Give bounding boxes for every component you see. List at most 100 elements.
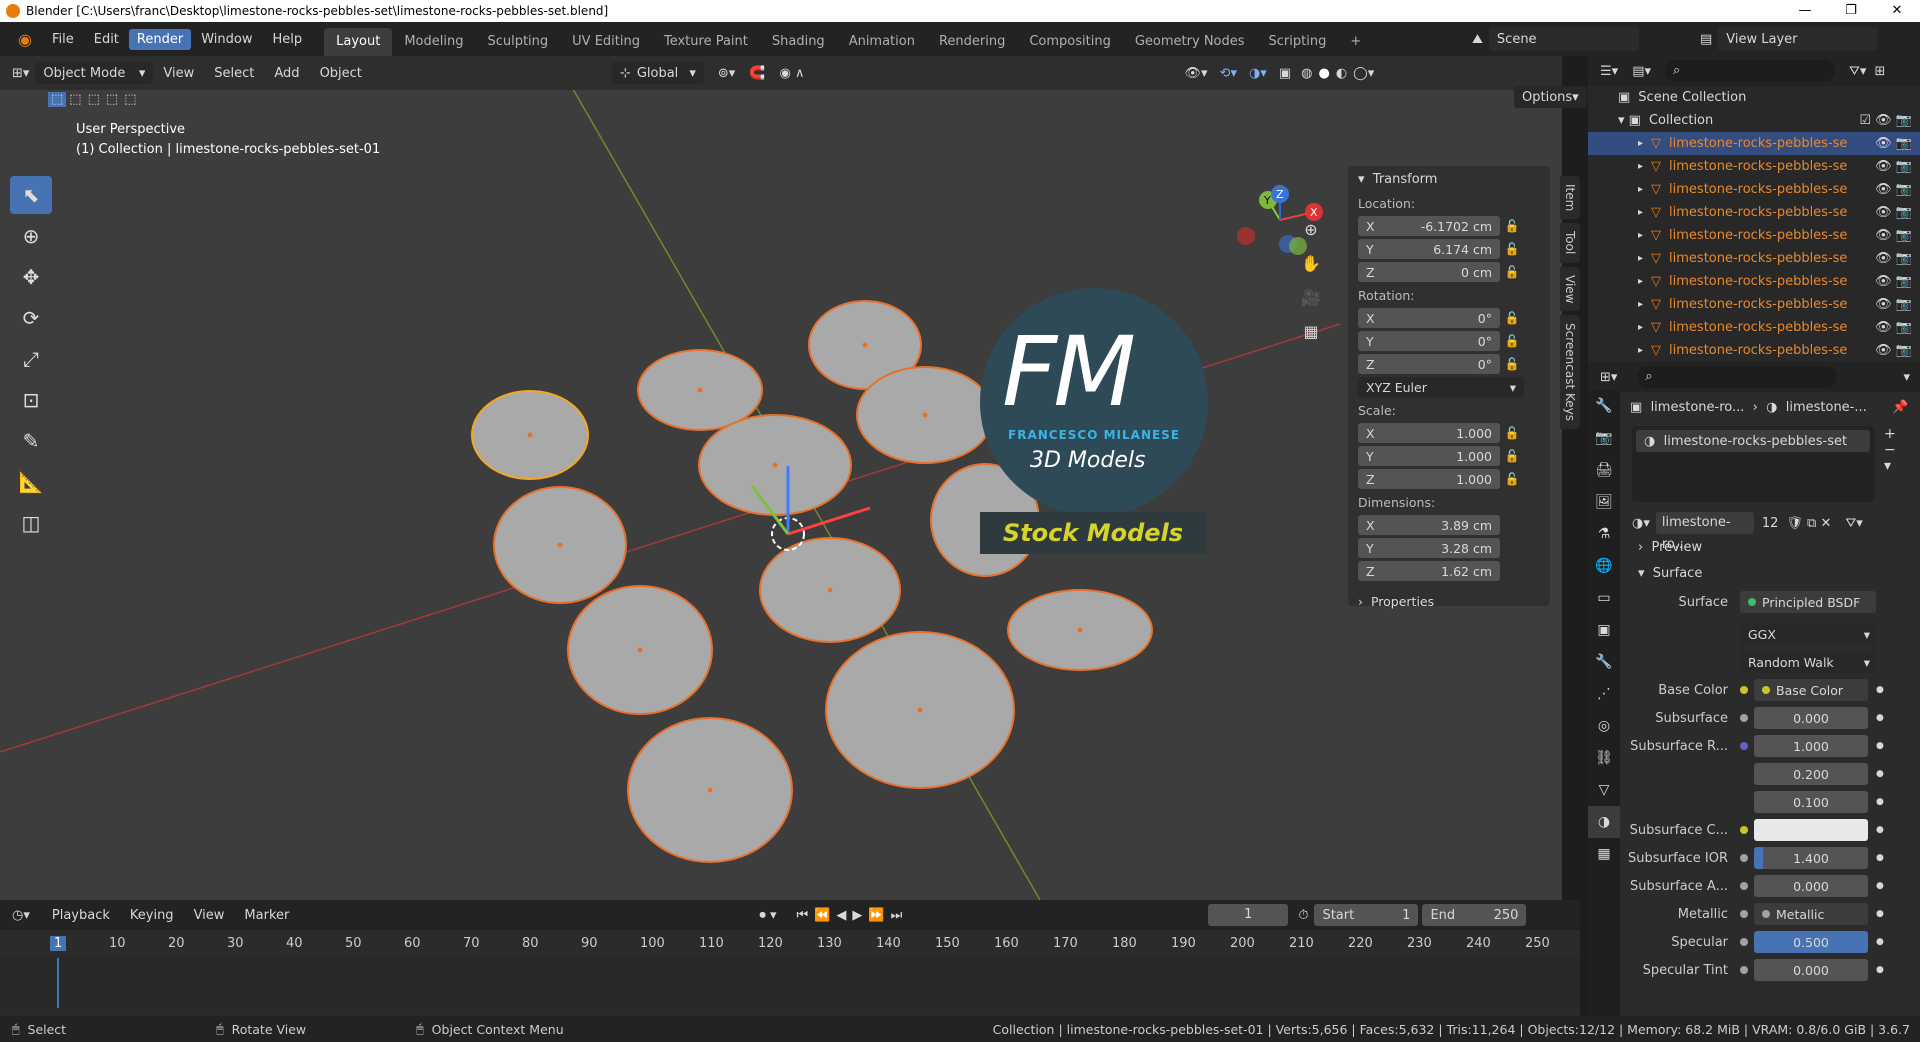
material-slot-item[interactable]: ◑ limestone-rocks-pebbles-set <box>1636 430 1870 452</box>
location-y-field[interactable]: Y 6.174 cm <box>1358 239 1500 259</box>
surface-shader-field[interactable]: Principled BSDF <box>1740 591 1876 613</box>
lock-icon[interactable]: 🔓 <box>1500 219 1524 233</box>
display-mode-icon[interactable]: ▤▾ <box>1632 64 1651 79</box>
navigation-gizmo[interactable]: X Y Z <box>1234 180 1344 270</box>
workspace-tab-geometry-nodes[interactable]: Geometry Nodes <box>1123 28 1257 56</box>
render-props-icon[interactable]: 📷 <box>1588 422 1620 454</box>
keyframe-dot-icon[interactable]: ● <box>1876 825 1884 835</box>
distribution-dropdown[interactable]: GGX ▾ <box>1740 623 1876 645</box>
outliner-search-input[interactable]: ⌕ <box>1665 60 1835 82</box>
menu-render[interactable]: Render <box>128 28 192 50</box>
workspace-tab-rendering[interactable]: Rendering <box>927 28 1017 56</box>
outliner-item[interactable]: ▸ ▽ limestone-rocks-pebbles-se 👁 📷 <box>1588 224 1920 247</box>
input-link-field[interactable]: Metallic <box>1754 903 1868 925</box>
auto-keying-icon[interactable]: ⏺ ▾ <box>759 908 776 923</box>
playhead[interactable] <box>57 958 59 1008</box>
mode-dropdown[interactable]: Object Mode ▾ <box>35 62 154 84</box>
value-field[interactable]: 0.500 <box>1754 931 1868 953</box>
expand-icon[interactable]: ▸ <box>1638 207 1643 218</box>
timeline-menu-view[interactable]: View <box>184 908 235 923</box>
data-props-icon[interactable]: ▽ <box>1588 774 1620 806</box>
material-name-field[interactable]: limestone-ro... <box>1655 512 1754 552</box>
material-users-count[interactable]: 12 <box>1762 516 1779 531</box>
rotation-z-field[interactable]: Z 0° <box>1358 354 1500 374</box>
visibility-icon[interactable]: 👁▾ <box>1185 66 1208 81</box>
3d-viewport[interactable]: ⊞▾ Object Mode ▾ View Select Add Object ⊹ Glo… <box>0 56 1587 900</box>
slot-menu-icon[interactable]: ▾ <box>1884 458 1896 474</box>
visibility-icons[interactable]: 👁 📷 <box>1875 205 1912 220</box>
dimensions-x-field[interactable]: X 3.89 cm <box>1358 515 1500 535</box>
modifier-props-icon[interactable]: 🔧 <box>1588 646 1620 678</box>
value-field[interactable]: 0.100 <box>1754 791 1868 813</box>
visibility-icons[interactable]: 👁 📷 <box>1875 274 1912 289</box>
measure-tool-icon[interactable]: 📐 <box>10 463 52 501</box>
expand-icon[interactable]: ▸ <box>1638 322 1643 333</box>
visibility-icons[interactable]: 👁 📷 <box>1875 182 1912 197</box>
outliner-item[interactable]: ▸ ▽ limestone-rocks-pebbles-se 👁 📷 <box>1588 132 1920 155</box>
fake-user-icon[interactable]: 🛡 ⧉ ✕ <box>1786 516 1831 531</box>
snap-icon[interactable]: 🧲 <box>749 66 765 81</box>
shading-material-icon[interactable]: ◐ <box>1336 66 1347 81</box>
transform-orientation-dropdown[interactable]: ⊹ Global ▾ <box>611 62 704 84</box>
workspace-tab-sculpting[interactable]: Sculpting <box>475 28 560 56</box>
workspace-tab-modeling[interactable]: Modeling <box>392 28 475 56</box>
menu-window[interactable]: Window <box>191 32 262 47</box>
location-x-field[interactable]: X -6.1702 cm <box>1358 216 1500 236</box>
scene-props-icon[interactable]: ⚗ <box>1588 518 1620 550</box>
dimensions-z-field[interactable]: Z 1.62 cm <box>1358 561 1500 581</box>
sidebar-tab-tool[interactable]: Tool <box>1560 223 1580 263</box>
maximize-icon[interactable]: ❐ <box>1828 0 1874 22</box>
socket-icon[interactable] <box>1740 910 1748 918</box>
outliner-item[interactable]: ▸ ▽ limestone-rocks-pebbles-se 👁 📷 <box>1588 339 1920 362</box>
cursor-tool-icon[interactable]: ⊕ <box>10 217 52 255</box>
lock-icon[interactable]: 🔓 <box>1500 472 1524 486</box>
output-props-icon[interactable]: 🖨 <box>1588 454 1620 486</box>
workspace-tab-add[interactable]: + <box>1338 28 1373 56</box>
workspace-tab-texture-paint[interactable]: Texture Paint <box>652 28 760 56</box>
pin-icon[interactable]: 📌 <box>1892 400 1908 415</box>
value-field[interactable]: 1.000 <box>1754 735 1868 757</box>
rotation-y-field[interactable]: Y 0° <box>1358 331 1500 351</box>
rotation-mode-dropdown[interactable]: XYZ Euler ▾ <box>1358 377 1524 397</box>
value-field[interactable]: 1.400 <box>1754 847 1868 869</box>
collection-row[interactable]: ▾ ▣ Collection ☑ 👁 📷 <box>1588 109 1920 132</box>
workspace-tab-scripting[interactable]: Scripting <box>1257 28 1339 56</box>
location-z-field[interactable]: Z0 cm <box>1358 262 1500 282</box>
overlay-toggle-icon[interactable]: ◑▾ <box>1249 66 1267 81</box>
visibility-icons[interactable]: 👁 📷 <box>1875 228 1912 243</box>
viewport-menu-object[interactable]: Object <box>310 66 372 81</box>
new-collection-icon[interactable]: ⊞ <box>1874 64 1885 79</box>
lock-icon[interactable]: 🔓 <box>1500 426 1524 440</box>
timeline-menu-marker[interactable]: Marker <box>234 908 299 923</box>
pan-hand-icon[interactable]: ✋ <box>1298 254 1324 288</box>
scene-collection-row[interactable]: ▣ Scene Collection <box>1588 86 1920 109</box>
shading-rendered-icon[interactable]: ◯▾ <box>1353 66 1374 81</box>
xray-icon[interactable]: ▣ <box>1279 66 1291 81</box>
scale-tool-icon[interactable]: ⤢ <box>10 340 52 378</box>
lock-icon[interactable]: 🔓 <box>1500 357 1524 371</box>
filter-icon[interactable]: ⛛▾ <box>1849 64 1866 79</box>
proportional-edit-icon[interactable]: ◉ ∧ <box>780 66 805 81</box>
socket-icon[interactable] <box>1740 686 1748 694</box>
constraints-props-icon[interactable]: ⛓ <box>1588 742 1620 774</box>
rotation-x-field[interactable]: X 0° <box>1358 308 1500 328</box>
tool-props-icon[interactable]: 🔧 <box>1588 390 1620 422</box>
outliner-item[interactable]: ▸ ▽ limestone-rocks-pebbles-se 👁 📷 <box>1588 247 1920 270</box>
view-layer-field[interactable]: View Layer <box>1718 27 1879 51</box>
outliner-item[interactable]: ▸ ▽ limestone-rocks-pebbles-se 👁 📷 <box>1588 316 1920 339</box>
scene-icon[interactable]: ⛰ <box>1472 32 1483 47</box>
current-frame-field[interactable]: 1 <box>1208 904 1289 926</box>
dimensions-y-field[interactable]: Y 3.28 cm <box>1358 538 1500 558</box>
material-browse-icon[interactable]: ◑▾ <box>1632 516 1650 531</box>
transform-header[interactable]: ▾ Transform <box>1348 166 1550 192</box>
outliner-item[interactable]: ▸ ▽ limestone-rocks-pebbles-se 👁 📷 <box>1588 270 1920 293</box>
socket-icon[interactable] <box>1740 938 1748 946</box>
preview-range-icon[interactable]: ⏱ <box>1298 908 1308 923</box>
visibility-icons[interactable]: 👁 📷 <box>1875 320 1912 335</box>
value-field[interactable]: 0.000 <box>1754 959 1868 981</box>
expand-icon[interactable]: ▸ <box>1638 230 1643 241</box>
properties-subpanel-header[interactable]: › Properties <box>1358 590 1550 612</box>
outliner-item[interactable]: ▸ ▽ limestone-rocks-pebbles-se 👁 📷 <box>1588 293 1920 316</box>
outliner-item[interactable]: ▸ ▽ limestone-rocks-pebbles-se 👁 📷 <box>1588 155 1920 178</box>
sidebar-tab-view[interactable]: View <box>1560 266 1580 312</box>
